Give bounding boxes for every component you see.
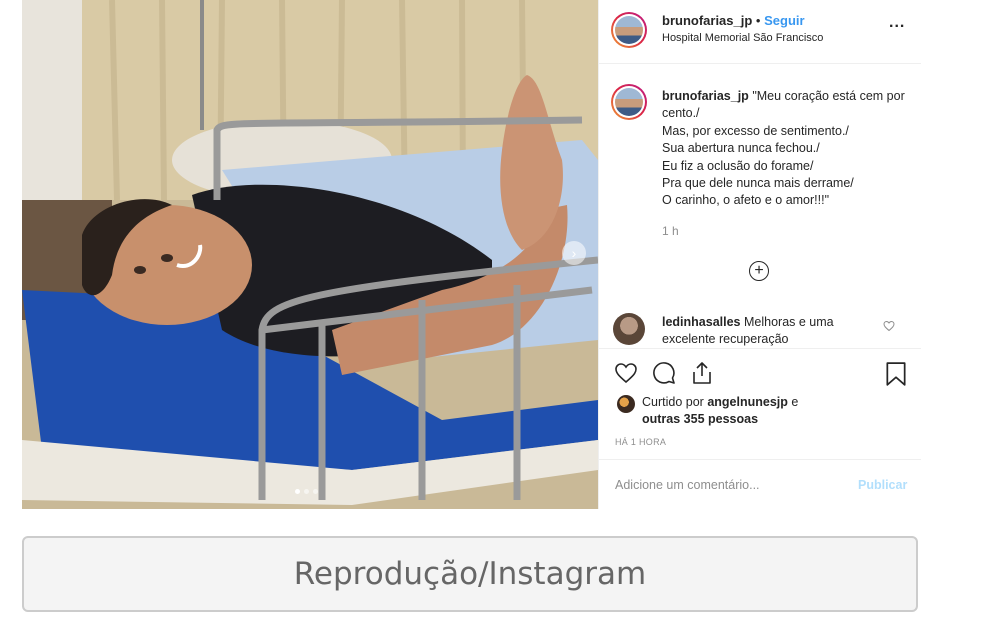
bookmark-icon[interactable] <box>885 361 907 387</box>
add-comment-bar: Adicione um comentário... Publicar <box>599 459 921 511</box>
caption-username[interactable]: brunofarias_jp <box>662 89 749 103</box>
likes-others[interactable]: outras 355 pessoas <box>642 412 758 426</box>
comment-username[interactable]: ledinhasalles <box>662 315 741 329</box>
liker-avatar[interactable] <box>617 395 635 413</box>
comment-item: ledinhasalles Melhoras e uma excelente r… <box>662 314 872 348</box>
comment-icon[interactable] <box>651 361 677 385</box>
caption-avatar[interactable] <box>611 84 647 120</box>
post-timestamp: HÁ 1 HORA <box>615 437 667 447</box>
separator-dot: • <box>755 13 761 28</box>
instagram-post: › brunofarias_jp • Seguir Hospital Memor… <box>22 0 921 510</box>
image-credit: Reprodução/Instagram <box>22 536 918 612</box>
post-photo[interactable]: › <box>22 0 598 509</box>
author-avatar[interactable] <box>611 12 647 48</box>
likes-suffix: e <box>787 395 799 409</box>
caption-line: Eu fiz a oclusão do forame/ <box>662 158 814 173</box>
location-link[interactable]: Hospital Memorial São Francisco <box>662 32 823 44</box>
post-side-panel: brunofarias_jp • Seguir Hospital Memoria… <box>598 0 921 510</box>
post-actions: Curtido por angelnunesjp e outras 355 pe… <box>599 348 921 510</box>
carousel-dot <box>304 489 309 494</box>
author-username[interactable]: brunofarias_jp <box>662 13 752 28</box>
caption-line: Pra que dele nunca mais derrame/ <box>662 176 854 191</box>
caption-timestamp: 1 h <box>662 224 679 238</box>
carousel-dot <box>295 489 300 494</box>
caption-line: Mas, por excesso de sentimento./ <box>662 123 849 138</box>
carousel-dot <box>313 489 318 494</box>
likes-prefix: Curtido por <box>642 395 708 409</box>
heart-icon[interactable] <box>883 320 895 332</box>
post-header: brunofarias_jp • Seguir Hospital Memoria… <box>599 0 921 64</box>
chevron-right-icon[interactable]: › <box>562 241 586 265</box>
carousel-indicator <box>295 489 318 494</box>
commenter-avatar[interactable] <box>613 313 645 345</box>
post-caption: brunofarias_jp "Meu coração está cem por… <box>662 88 907 210</box>
follow-button[interactable]: Seguir <box>764 13 804 28</box>
publish-button[interactable]: Publicar <box>858 478 907 492</box>
liker-username[interactable]: angelnunesjp <box>707 395 788 409</box>
likes-summary[interactable]: Curtido por angelnunesjp e outras 355 pe… <box>642 394 798 428</box>
caption-line: O carinho, o afeto e o amor!!!" <box>662 193 830 208</box>
share-icon[interactable] <box>689 361 715 385</box>
more-options-icon[interactable]: ... <box>889 14 905 32</box>
add-circle-icon[interactable]: + <box>749 261 769 281</box>
author-line: brunofarias_jp • Seguir <box>662 13 805 28</box>
post-photo-illustration <box>22 0 598 509</box>
heart-icon[interactable] <box>613 361 639 385</box>
comment-input[interactable]: Adicione um comentário... <box>615 478 760 492</box>
caption-line: Sua abertura nunca fechou./ <box>662 141 820 156</box>
